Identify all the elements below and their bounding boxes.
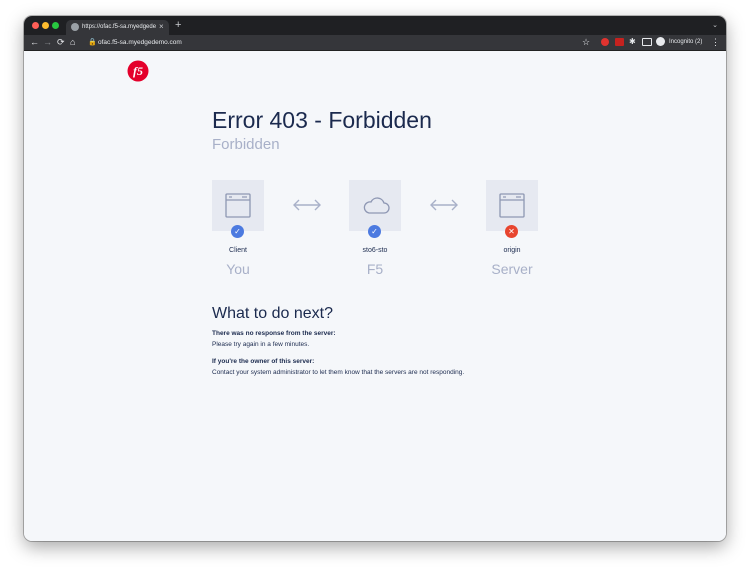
address-bar[interactable]: 🔒 ofac.f5-sa.myedgedemo.com — [84, 37, 604, 48]
client-status-check-icon: ✓ — [231, 225, 244, 238]
tab-title: https://ofac.f5-sa.myedgedemo.c — [82, 24, 156, 30]
browser-window-icon — [225, 193, 251, 218]
f5-role: F5 — [366, 261, 384, 277]
window-minimize-button[interactable] — [42, 22, 49, 29]
incognito-label[interactable]: Incognito (2) — [669, 37, 702, 47]
server-window-icon — [499, 193, 525, 218]
back-button[interactable]: ← — [30, 36, 39, 48]
f5-node-label: sto6-sto — [362, 247, 388, 254]
server-role: Server — [491, 261, 533, 277]
browser-toolbar: ← → ⟳ ⌂ 🔒 ofac.f5-sa.myedgedemo.com ☆ ✱ … — [24, 35, 726, 51]
next-steps-title: What to do next? — [212, 305, 333, 322]
cast-icon[interactable] — [642, 38, 652, 46]
home-button[interactable]: ⌂ — [70, 36, 75, 48]
tab-active[interactable]: https://ofac.f5-sa.myedgedemo.c × — [66, 20, 169, 35]
extension-badge-icon[interactable] — [615, 38, 624, 46]
extension-red-icon[interactable] — [601, 38, 609, 46]
page-content: f5 Error 403 - Forbidden Forbidden ✓ Cli… — [24, 51, 726, 541]
lock-icon[interactable]: 🔒 — [88, 38, 97, 47]
bookmark-star-icon[interactable]: ☆ — [582, 36, 590, 48]
owner-heading: If you're the owner of this server: — [212, 358, 315, 365]
client-node — [212, 180, 264, 231]
globe-icon — [71, 23, 79, 31]
client-label: Client — [229, 247, 247, 254]
double-arrow-icon — [430, 199, 458, 211]
url-text[interactable]: ofac.f5-sa.myedgedemo.com — [98, 38, 182, 47]
tab-search-chevron-icon[interactable]: ⌄ — [712, 21, 718, 29]
browser-menu-icon[interactable]: ⋮ — [711, 36, 720, 48]
incognito-icon[interactable] — [656, 37, 665, 46]
svg-text:f5: f5 — [133, 64, 143, 78]
server-label: origin — [503, 247, 521, 254]
tab-bar: https://ofac.f5-sa.myedgedemo.c × + ⌄ — [24, 16, 726, 35]
no-response-text: Please try again in a few minutes. — [212, 341, 310, 348]
window-close-button[interactable] — [32, 22, 39, 29]
f5-node — [349, 180, 401, 231]
no-response-heading: There was no response from the server: — [212, 330, 336, 337]
window-maximize-button[interactable] — [52, 22, 59, 29]
server-status-error-icon: ✕ — [505, 225, 518, 238]
new-tab-button[interactable]: + — [175, 19, 181, 31]
f5-status-check-icon: ✓ — [368, 225, 381, 238]
server-node — [486, 180, 538, 231]
double-arrow-icon — [293, 199, 321, 211]
reload-button[interactable]: ⟳ — [57, 36, 65, 48]
tab-close-icon[interactable]: × — [159, 22, 164, 32]
forward-button[interactable]: → — [43, 36, 52, 48]
extensions-puzzle-icon[interactable]: ✱ — [629, 36, 636, 48]
browser-window: https://ofac.f5-sa.myedgedemo.c × + ⌄ ← … — [24, 16, 726, 541]
owner-text: Contact your system administrator to let… — [212, 369, 465, 376]
page-subtitle: Forbidden — [212, 136, 280, 153]
client-role: You — [226, 261, 250, 277]
cloud-icon — [363, 197, 390, 214]
f5-logo: f5 — [127, 60, 149, 82]
page-title: Error 403 - Forbidden — [212, 107, 432, 133]
